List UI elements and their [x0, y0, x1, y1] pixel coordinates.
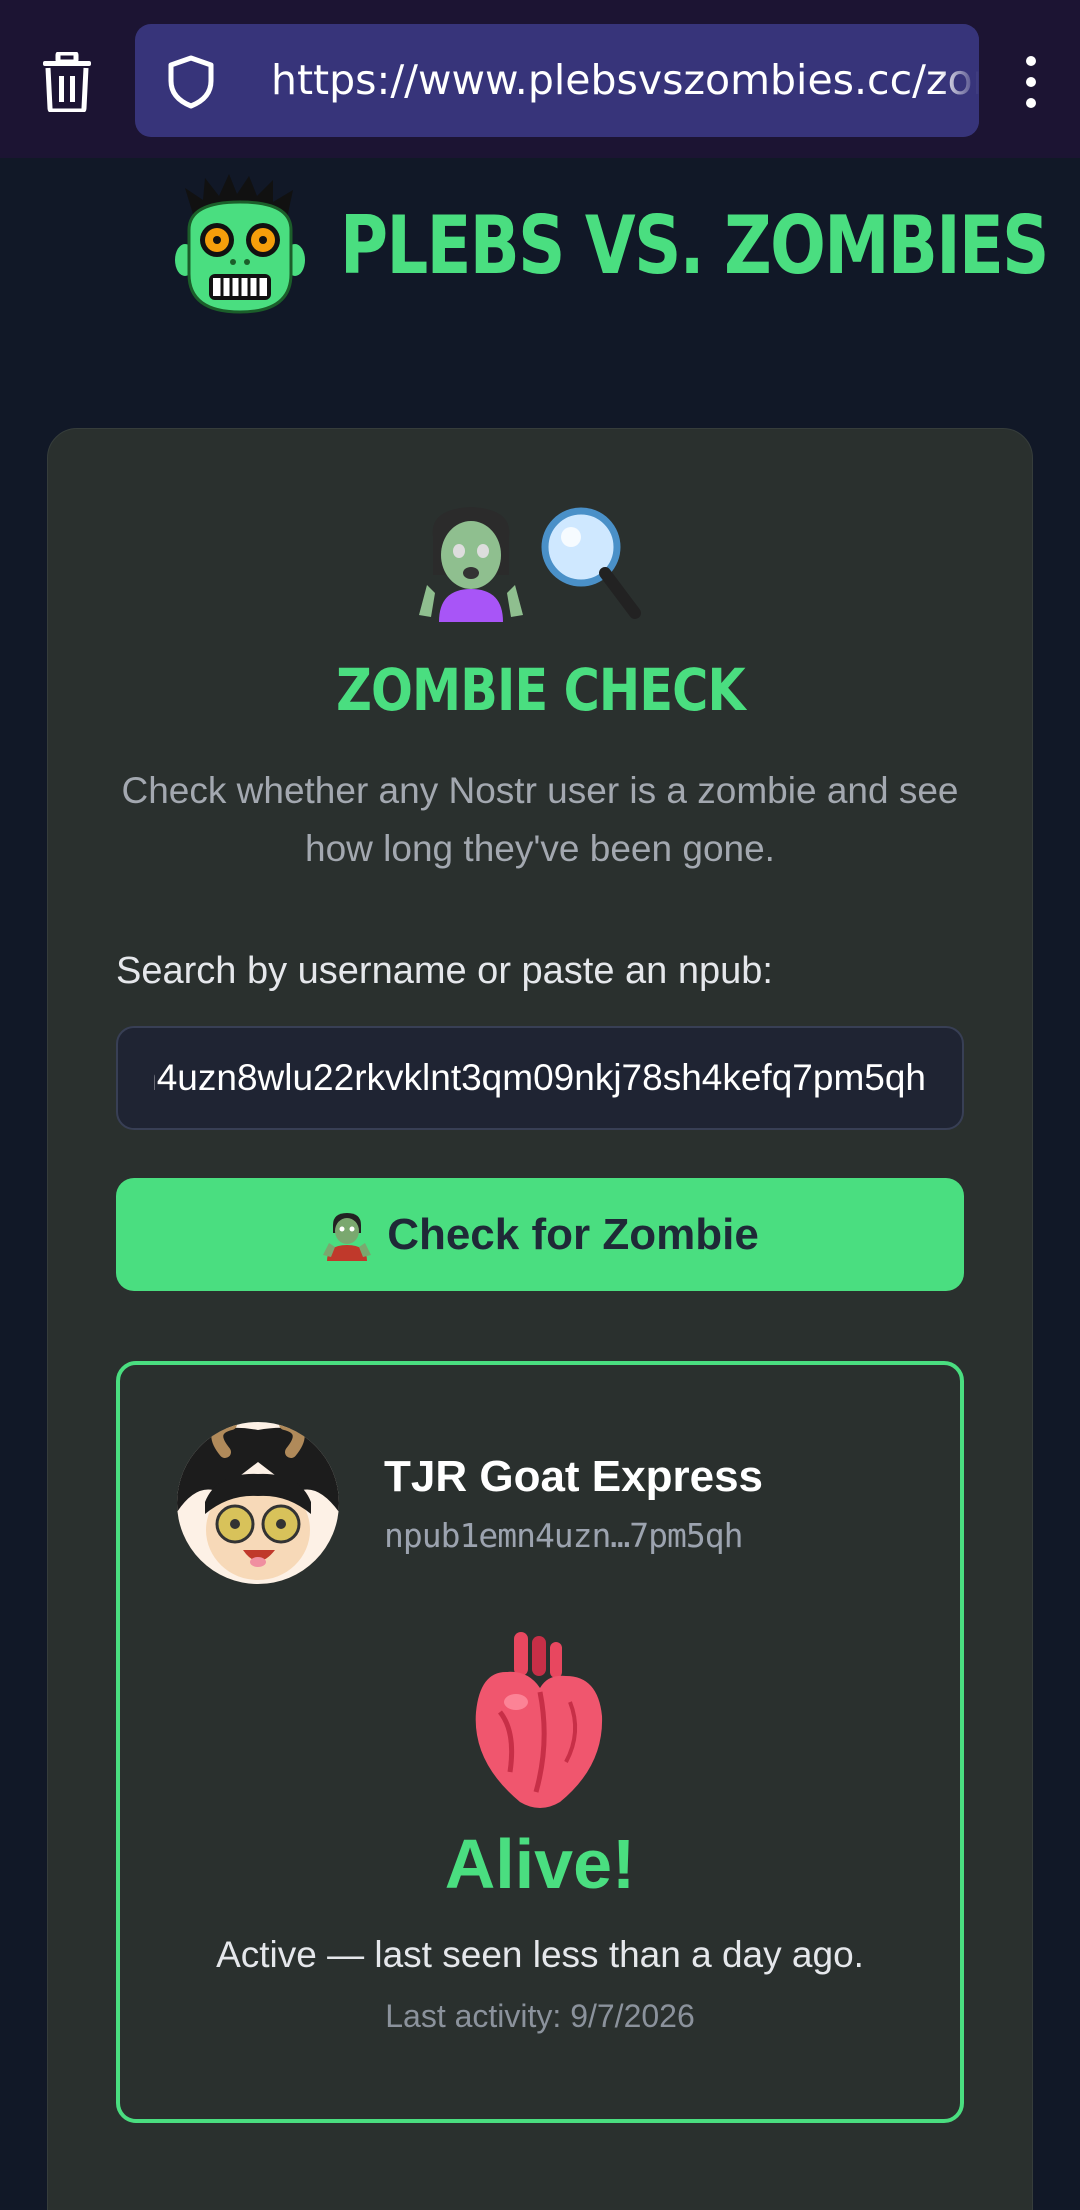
status-label: Alive!: [444, 1825, 636, 1903]
check-for-zombie-button[interactable]: Check for Zombie: [116, 1178, 964, 1291]
user-npub: npub1emn4uzn…7pm5qh: [384, 1516, 743, 1555]
status-detail: Active — last seen less than a day ago.: [216, 1934, 864, 1975]
anatomical-heart-icon: [475, 1632, 603, 1808]
zombie-icon: [323, 1212, 372, 1261]
search-label: Search by username or paste an npub:: [116, 950, 773, 992]
more-options-icon[interactable]: [1010, 50, 1052, 114]
browser-toolbar: https://www.plebsvszombies.cc/zombie-che…: [0, 0, 1080, 158]
url-text[interactable]: https://www.plebsvszombies.cc/zombie-che…: [271, 24, 979, 137]
zombie-magnifier-icon: [419, 507, 641, 622]
site-title[interactable]: PLEBS VS. ZOMBIES: [340, 196, 1049, 296]
npub-search-input[interactable]: [116, 1026, 964, 1130]
user-display-name: TJR Goat Express: [384, 1452, 764, 1501]
address-bar[interactable]: https://www.plebsvszombies.cc/zombie-che…: [135, 24, 979, 137]
card-title: ZOMBIE CHECK: [335, 656, 746, 724]
url-fade: [939, 24, 979, 137]
trash-icon[interactable]: [36, 46, 98, 118]
zombie-logo-icon: [175, 174, 305, 314]
avatar[interactable]: [177, 1422, 339, 1584]
check-button-label: Check for Zombie: [387, 1209, 759, 1259]
last-activity: Last activity: 9/7/2026: [385, 1998, 695, 2034]
card-description: Check whether any Nostr user is a zombie…: [121, 770, 959, 869]
shield-icon[interactable]: [163, 54, 219, 110]
